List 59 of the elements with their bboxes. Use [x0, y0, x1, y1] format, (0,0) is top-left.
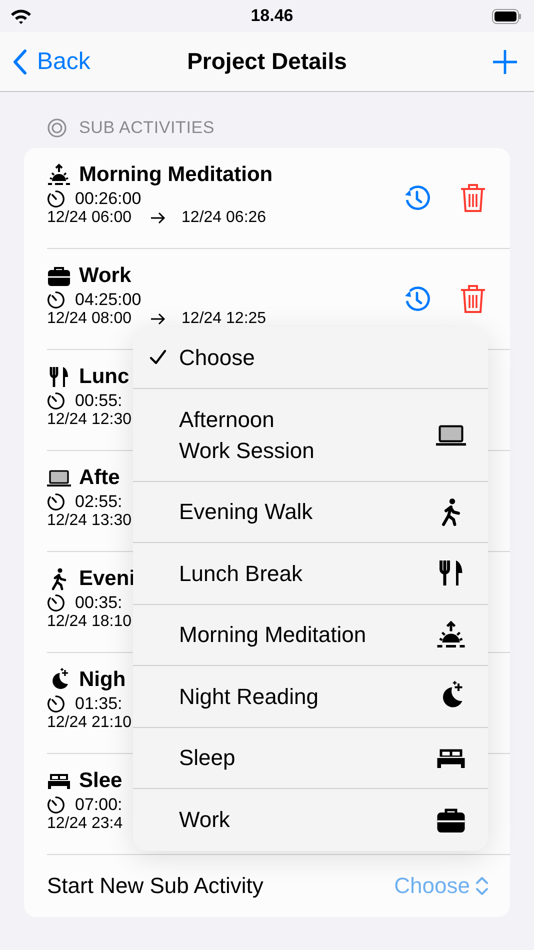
menu-item[interactable]: Night Reading	[133, 666, 488, 728]
activity-duration: 00:55:	[75, 391, 122, 411]
activity-duration: 07:00:	[75, 795, 122, 815]
wifi-icon	[10, 8, 32, 24]
screen-title: Project Details	[187, 48, 347, 75]
start-time: 12/24 23:4	[47, 816, 123, 832]
trash-icon	[460, 284, 486, 314]
arrow-right-icon	[150, 313, 166, 325]
new-activity-label: Start New Sub Activity	[47, 873, 264, 899]
trash-icon	[460, 183, 486, 213]
menu-item[interactable]: Sleep	[133, 728, 488, 789]
start-time: 12/24 08:00	[47, 311, 132, 327]
menu-item[interactable]: Morning Meditation	[133, 604, 488, 666]
activity-title: Slee	[79, 769, 122, 793]
timer-icon	[47, 190, 65, 208]
fork-knife-icon	[47, 365, 71, 389]
battery-icon	[492, 8, 522, 24]
activity-title: Eveni	[79, 567, 136, 591]
briefcase-icon	[47, 264, 71, 288]
menu-item[interactable]: Work	[133, 789, 488, 850]
menu-item[interactable]: Choose	[133, 327, 488, 388]
menu-item[interactable]: Afternoon Work Session	[133, 388, 488, 482]
timer-icon	[47, 796, 65, 814]
sunrise-icon	[436, 620, 466, 650]
section-title: SUB ACTIVITIES	[79, 118, 215, 138]
back-button[interactable]: Back	[13, 48, 90, 76]
activity-duration: 00:35:	[75, 593, 122, 613]
activity-duration: 02:55:	[75, 492, 122, 512]
chevron-up-down-icon	[476, 875, 488, 897]
start-time: 12/24 21:10	[47, 715, 132, 731]
start-time: 12/24 13:30	[47, 513, 132, 529]
timer-icon	[47, 695, 65, 713]
target-icon	[47, 118, 67, 138]
activity-title: Work	[79, 264, 132, 288]
timer-icon	[47, 291, 65, 309]
activity-duration: 01:35:	[75, 694, 122, 714]
chevron-left-icon	[13, 48, 27, 74]
activity-title: Afte	[79, 466, 120, 490]
activity-duration: 04:25:00	[75, 290, 142, 310]
start-time: 12/24 18:10	[47, 614, 132, 630]
activity-title: Nigh	[79, 668, 126, 692]
activity-title: Lunc	[79, 365, 130, 389]
sunrise-icon	[47, 163, 71, 187]
menu-item[interactable]: Evening Walk	[133, 482, 488, 543]
end-time: 12/24 12:25	[182, 311, 266, 327]
delete-button[interactable]	[460, 183, 486, 213]
start-time: 12/24 12:30	[47, 412, 132, 428]
menu-item[interactable]: Lunch Break	[133, 543, 488, 604]
end-time: 12/24 06:26	[182, 210, 266, 226]
start-time: 12/24 06:00	[47, 210, 132, 226]
timer-icon	[47, 392, 65, 410]
timer-icon	[47, 493, 65, 511]
delete-button[interactable]	[460, 284, 486, 314]
activity-title: Morning Meditation	[79, 163, 273, 187]
activity-duration: 00:26:00	[75, 189, 142, 209]
arrow-right-icon	[150, 212, 166, 224]
status-time: 18.46	[250, 6, 294, 26]
plus-icon	[492, 48, 518, 74]
timer-icon	[47, 594, 65, 612]
